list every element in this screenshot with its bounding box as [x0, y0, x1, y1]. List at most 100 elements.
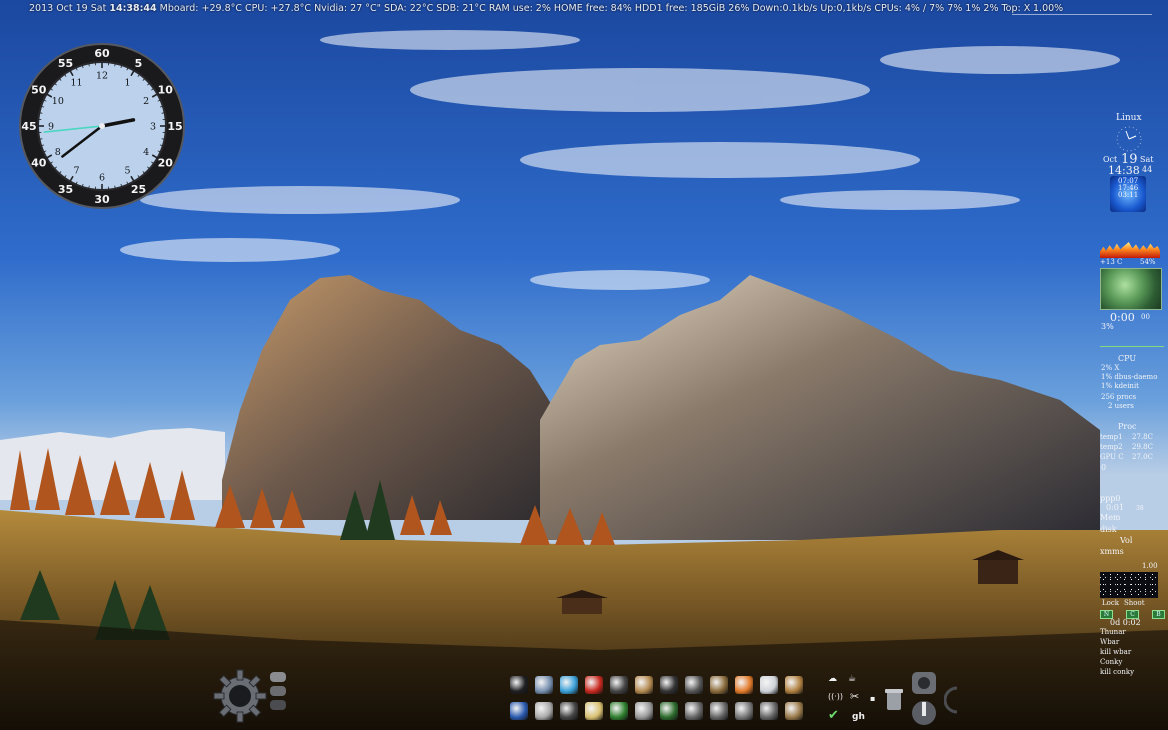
terminal-icon[interactable]: [610, 702, 628, 720]
proc-1: 2% X: [1101, 364, 1120, 372]
mem-label: Mem: [1100, 513, 1121, 522]
minute-numeral: 10: [158, 84, 174, 97]
temp1-label: temp1: [1100, 433, 1123, 441]
conky-uptime-suffix: 00: [1141, 313, 1150, 321]
xmms-label: xmms: [1100, 547, 1124, 556]
shoot-button[interactable]: Shoot: [1124, 599, 1145, 607]
half-ring-icon[interactable]: [944, 686, 958, 714]
ppp-value: 38: [1136, 505, 1144, 512]
scissors-icon[interactable]: ✂: [850, 690, 859, 703]
weather-widget: +13 C 54%: [1100, 242, 1162, 310]
conky-proc-label: Proc: [1118, 422, 1137, 431]
conky-timer: 0d 0:02: [1110, 618, 1141, 627]
status-stats: Mboard: +29.8°C CPU: +27.8°C Nvidia: 27 …: [159, 3, 1031, 14]
procs-count: 256 procs: [1101, 393, 1137, 401]
hour-numeral: 10: [52, 96, 64, 107]
conky-month: Oct: [1103, 155, 1118, 164]
minute-numeral: 15: [167, 120, 182, 133]
minute-numeral: 50: [31, 84, 47, 97]
cd-icon[interactable]: [760, 676, 778, 694]
conky-cpu-label: CPU: [1118, 354, 1137, 363]
minute-numeral: 35: [58, 183, 73, 196]
desktop: 2013 Oct 19 Sat 14:38:44 Mboard: +29.8°C…: [0, 0, 1168, 730]
minute-numeral: 45: [21, 120, 36, 133]
pdf-icon[interactable]: [585, 676, 603, 694]
pawprint-icon[interactable]: [635, 702, 653, 720]
weather-map: [1100, 268, 1162, 310]
proc-3: 1% kdeinit: [1101, 382, 1139, 390]
menu-conky[interactable]: Conky: [1100, 658, 1122, 666]
gear-icon[interactable]: [685, 676, 703, 694]
minute-numeral: 20: [158, 157, 174, 170]
device-icon[interactable]: [560, 702, 578, 720]
wrench-icon[interactable]: [710, 676, 728, 694]
status-time: 14:38:44: [109, 3, 157, 14]
check-icon[interactable]: ✔: [828, 708, 839, 723]
wifi-icon[interactable]: ((·)): [828, 692, 843, 701]
toggle-b[interactable]: B: [1152, 610, 1165, 619]
status-bar: 2013 Oct 19 Sat 14:38:44 Mboard: +29.8°C…: [0, 0, 1168, 18]
menu-wbar[interactable]: Wbar: [1100, 638, 1119, 646]
aircraft-icon[interactable]: [735, 702, 753, 720]
weather-humidity: 54%: [1140, 258, 1156, 266]
lock-button[interactable]: Lock: [1102, 599, 1119, 607]
weather-temp: +13 C: [1100, 258, 1123, 266]
proc-2: 1% dbus-daemo: [1101, 373, 1158, 381]
cylinder-stack-icon[interactable]: [268, 668, 288, 720]
temp1-value: 27.8C: [1132, 433, 1153, 441]
ppp-label: ppp0: [1100, 494, 1121, 503]
spiral-icon[interactable]: [685, 702, 703, 720]
gnu-icon[interactable]: [635, 676, 653, 694]
monitor-icon[interactable]: [560, 676, 578, 694]
box-icon[interactable]: [785, 702, 803, 720]
p-icon[interactable]: [510, 702, 528, 720]
conky-zero: 0: [1101, 463, 1107, 472]
cloud-icon[interactable]: ☁: [828, 674, 837, 684]
dark-globe-icon[interactable]: [510, 676, 528, 694]
menu-thunar[interactable]: Thunar: [1100, 628, 1126, 636]
toggle-row: N C B: [1100, 610, 1166, 619]
drive-icon[interactable]: [660, 676, 678, 694]
menu-kill-conky[interactable]: kill conky: [1100, 668, 1134, 676]
conky-os: Linux: [1116, 113, 1142, 123]
gear-launcher-icon[interactable]: [212, 668, 268, 724]
spider-icon[interactable]: [710, 702, 728, 720]
status-date: 2013 Oct 19 Sat: [29, 3, 107, 14]
minute-numeral: 40: [31, 157, 47, 170]
pirate-icon[interactable]: [610, 676, 628, 694]
hour-numeral: 4: [143, 147, 149, 158]
gh-icon[interactable]: gh: [852, 712, 865, 722]
hour-numeral: 8: [55, 147, 61, 158]
pencil-icon[interactable]: [585, 702, 603, 720]
tools-icon[interactable]: [535, 702, 553, 720]
hour-numeral: 11: [70, 77, 82, 88]
moon-widget: 07:07 17:46 03:11: [1110, 176, 1146, 212]
crossed-tools-icon[interactable]: [760, 702, 778, 720]
gpu-value: 27.0C: [1132, 453, 1153, 461]
minute-numeral: 30: [94, 193, 110, 206]
square-icon[interactable]: ▪: [870, 694, 875, 703]
firefox-icon[interactable]: [735, 676, 753, 694]
power-icon[interactable]: [660, 702, 678, 720]
hour-numeral: 12: [96, 71, 108, 82]
menu-kill-wbar[interactable]: kill wbar: [1100, 648, 1131, 656]
conky-weekday: Sat: [1140, 155, 1154, 164]
visualizer: [1100, 572, 1158, 598]
hour-numeral: 2: [143, 96, 149, 107]
minute-numeral: 25: [131, 183, 146, 196]
conky-seconds: 44: [1142, 165, 1153, 174]
conky-panel: Linux Oct 19 Sat 14:38 44 07:07 17:46 03…: [1098, 0, 1168, 730]
power-knob-icon[interactable]: [908, 670, 940, 728]
temp2-label: temp2: [1100, 443, 1123, 451]
minute-numeral: 5: [135, 57, 143, 70]
cup-icon[interactable]: ☕: [848, 674, 856, 684]
users-count: 2 users: [1108, 402, 1134, 410]
cpu-graph: [1100, 336, 1164, 347]
trash-icon[interactable]: [884, 688, 904, 712]
conky-mini-clock: [1116, 126, 1142, 152]
hammer-icon[interactable]: [785, 676, 803, 694]
hour-numeral: 5: [124, 166, 130, 177]
hour-numeral: 6: [99, 173, 105, 184]
folder-icon[interactable]: [535, 676, 553, 694]
disk-label: disk: [1100, 525, 1117, 534]
